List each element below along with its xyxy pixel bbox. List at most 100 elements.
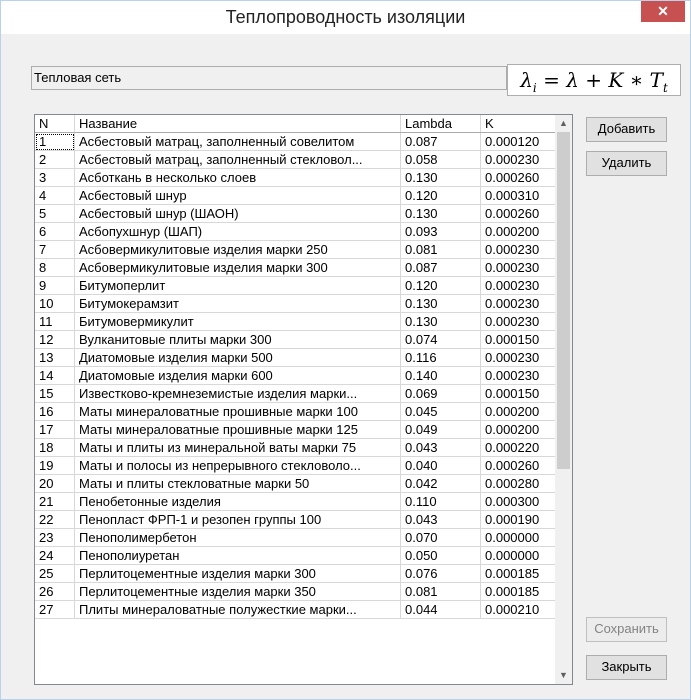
table-row[interactable]: 6 Асбопухшнур (ШАП) 0.093 0.000200 [35,222,561,241]
dialog-window: Теплопроводность изоляции ✕ Тепловая сет… [0,0,691,700]
scroll-down-icon[interactable]: ▼ [555,667,572,684]
cell-name: Асбовермикулитовые изделия марки 250 [74,240,401,259]
table-row[interactable]: 12 Вулканитовые плиты марки 300 0.074 0.000… [35,330,561,349]
table-row[interactable]: 19 Маты и полосы из непрерывного стеклово… [35,456,561,475]
cell-k: 0.000230 [480,348,561,367]
cell-lambda: 0.050 [400,546,481,565]
cell-lambda: 0.130 [400,204,481,223]
close-button[interactable]: Закрыть [586,655,667,680]
cell-lambda: 0.130 [400,312,481,331]
cell-name: Диатомовые изделия марки 500 [74,348,401,367]
table-row[interactable]: 3 Асботкань в несколько слоев 0.130 0.00026… [35,168,561,187]
cell-lambda: 0.093 [400,222,481,241]
cell-n: 1 [35,132,75,151]
cell-lambda: 0.087 [400,258,481,277]
cell-k: 0.000230 [480,366,561,385]
cell-n: 8 [35,258,75,277]
cell-name: Пенобетонные изделия [74,492,401,511]
cell-lambda: 0.040 [400,456,481,475]
cell-name: Пенополиуретан [74,546,401,565]
insulation-list[interactable]: N Название Lambda K 1 Асбестовый матрац, … [34,114,573,685]
table-row[interactable]: 15 Известково-кремнеземистые изделия марк… [35,384,561,403]
column-header-lambda[interactable]: Lambda [400,115,481,133]
table-row[interactable]: 25 Перлитоцементные изделия марки 300 0.07… [35,564,561,583]
cell-k: 0.000310 [480,186,561,205]
scrollbar-thumb[interactable] [557,132,570,469]
cell-k: 0.000280 [480,474,561,493]
table-row[interactable]: 26 Перлитоцементные изделия марки 350 0.08… [35,582,561,601]
vertical-scrollbar[interactable]: ▲ ▼ [555,115,572,684]
cell-name: Асбестовый матрац, заполненный совелитом [74,132,401,151]
table-row[interactable]: 24 Пенополиуретан 0.050 0.000000 [35,546,561,565]
cell-n: 10 [35,294,75,313]
section-name-label: Тепловая сеть [34,70,122,85]
window-title: Теплопроводность изоляции [225,7,466,27]
cell-lambda: 0.042 [400,474,481,493]
save-button[interactable]: Сохранить [586,617,667,642]
title-bar: Теплопроводность изоляции ✕ [1,1,690,34]
cell-k: 0.000230 [480,240,561,259]
table-header-row: N Название Lambda K [35,115,561,133]
delete-button[interactable]: Удалить [586,151,667,176]
cell-lambda: 0.130 [400,294,481,313]
cell-k: 0.000230 [480,150,561,169]
table-row[interactable]: 1 Асбестовый матрац, заполненный совелито… [35,132,561,151]
cell-name: Битумокерамзит [74,294,401,313]
cell-n: 16 [35,402,75,421]
table-row[interactable]: 4 Асбестовый шнур 0.120 0.000310 [35,186,561,205]
cell-k: 0.000150 [480,330,561,349]
table-row[interactable]: 22 Пенопласт ФРП-1 и резопен группы 100 0.… [35,510,561,529]
table-row[interactable]: 14 Диатомовые изделия марки 600 0.140 0.000… [35,366,561,385]
scroll-up-icon[interactable]: ▲ [555,115,572,132]
table-row[interactable]: 27 Плиты минераловатные полужесткие марки… [35,600,561,619]
cell-n: 18 [35,438,75,457]
cell-k: 0.000120 [480,132,561,151]
cell-lambda: 0.110 [400,492,481,511]
table-row[interactable]: 13 Диатомовые изделия марки 500 0.116 0.000… [35,348,561,367]
close-window-button[interactable]: ✕ [641,1,685,22]
cell-n: 15 [35,384,75,403]
insulation-table: N Название Lambda K 1 Асбестовый матрац, … [35,115,561,619]
table-row[interactable]: 18 Маты и плиты из минеральной ваты марки… [35,438,561,457]
cell-n: 13 [35,348,75,367]
table-row[interactable]: 5 Асбестовый шнур (ШАОН) 0.130 0.000260 [35,204,561,223]
table-row[interactable]: 10 Битумокерамзит 0.130 0.000230 [35,294,561,313]
table-row[interactable]: 7 Асбовермикулитовые изделия марки 250 0.0… [35,240,561,259]
cell-k: 0.000230 [480,276,561,295]
table-row[interactable]: 21 Пенобетонные изделия 0.110 0.000300 [35,492,561,511]
cell-lambda: 0.045 [400,402,481,421]
cell-k: 0.000210 [480,600,561,619]
table-row[interactable]: 20 Маты и плиты стекловатные марки 50 0.04… [35,474,561,493]
formula-rhs-sub: t [662,81,668,95]
cell-lambda: 0.081 [400,582,481,601]
formula-rhs: = λ + K ∗ T [543,68,663,92]
table-row[interactable]: 23 Пенополимербетон 0.070 0.000000 [35,528,561,547]
cell-n: 14 [35,366,75,385]
table-row[interactable]: 8 Асбовермикулитовые изделия марки 300 0.0… [35,258,561,277]
table-row[interactable]: 16 Маты минераловатные прошивные марки 10… [35,402,561,421]
cell-k: 0.000185 [480,564,561,583]
column-header-name[interactable]: Название [74,115,401,133]
cell-n: 21 [35,492,75,511]
table-row[interactable]: 11 Битумовермикулит 0.130 0.000230 [35,312,561,331]
cell-lambda: 0.044 [400,600,481,619]
cell-name: Плиты минераловатные полужесткие марки..… [74,600,401,619]
cell-n: 4 [35,186,75,205]
cell-k: 0.000220 [480,438,561,457]
table-row[interactable]: 9 Битумоперлит 0.120 0.000230 [35,276,561,295]
cell-name: Вулканитовые плиты марки 300 [74,330,401,349]
add-button[interactable]: Добавить [586,117,667,142]
cell-n: 17 [35,420,75,439]
cell-name: Пенопласт ФРП-1 и резопен группы 100 [74,510,401,529]
cell-name: Асбестовый шнур (ШАОН) [74,204,401,223]
section-name-field: Тепловая сеть [31,66,507,90]
column-header-k[interactable]: K [480,115,561,133]
table-row[interactable]: 17 Маты минераловатные прошивные марки 12… [35,420,561,439]
cell-name: Диатомовые изделия марки 600 [74,366,401,385]
cell-lambda: 0.043 [400,438,481,457]
cell-name: Маты и плиты из минеральной ваты марки 7… [74,438,401,457]
table-row[interactable]: 2 Асбестовый матрац, заполненный стеклово… [35,150,561,169]
column-header-n[interactable]: N [35,115,75,133]
cell-n: 11 [35,312,75,331]
cell-name: Маты и полосы из непрерывного стекловоло… [74,456,401,475]
